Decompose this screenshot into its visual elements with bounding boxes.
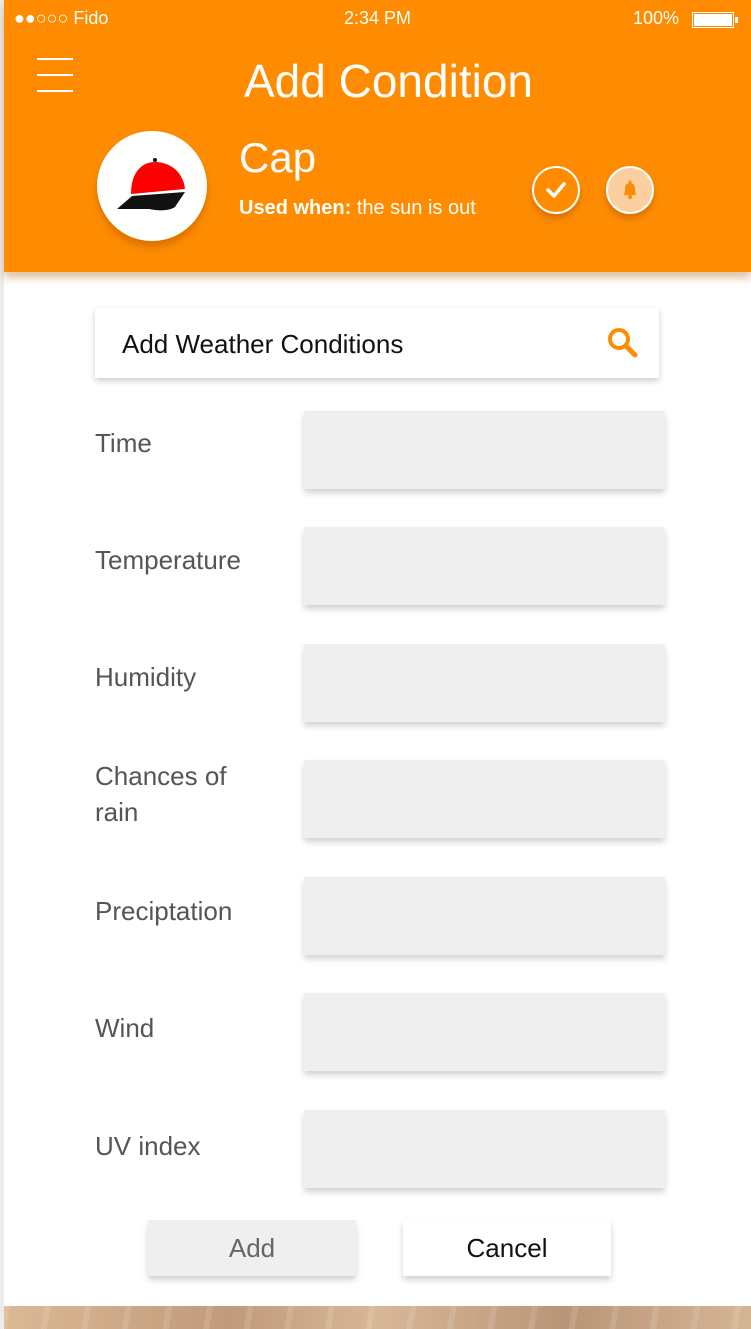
used-when-value: the sun is out xyxy=(356,197,476,219)
bell-icon xyxy=(624,180,636,199)
cap-icon xyxy=(117,158,185,211)
weather-search xyxy=(95,308,659,380)
precipitation-field[interactable] xyxy=(304,877,665,955)
add-button[interactable]: Add xyxy=(148,1220,356,1276)
background-photo xyxy=(4,1306,751,1329)
label-uv-index: UV index xyxy=(95,1131,201,1161)
avatar xyxy=(97,131,207,241)
time-field[interactable] xyxy=(304,411,665,489)
label-chances-of-rain: Chances of rain xyxy=(95,761,227,827)
header: ●●○○○ Fido 2:34 PM 100% Add Condition Ca… xyxy=(4,0,751,272)
search-icon[interactable] xyxy=(605,325,639,359)
label-wind: Wind xyxy=(95,1013,155,1043)
notify-button[interactable] xyxy=(606,166,654,214)
confirm-button[interactable] xyxy=(532,166,580,214)
battery-percent: 100% xyxy=(633,8,680,28)
label-temperature: Temperature xyxy=(95,545,241,575)
used-when-label: Used when: xyxy=(239,197,352,219)
carrier-signal: ●●○○○ Fido xyxy=(14,8,109,28)
label-time: Time xyxy=(95,428,152,458)
item-name: Cap xyxy=(239,134,317,181)
search-input[interactable] xyxy=(120,308,604,380)
cancel-button[interactable]: Cancel xyxy=(403,1220,611,1276)
uv-index-field[interactable] xyxy=(304,1110,665,1188)
app-screen: ●●○○○ Fido 2:34 PM 100% Add Condition Ca… xyxy=(4,0,751,1329)
battery-icon xyxy=(692,12,738,28)
status-time: 2:34 PM xyxy=(344,8,412,28)
label-humidity: Humidity xyxy=(95,662,197,692)
page-title: Add Condition xyxy=(244,55,533,107)
temperature-field[interactable] xyxy=(304,527,665,605)
checkmark-icon xyxy=(546,182,566,198)
label-precipitation: Preciptation xyxy=(95,896,233,926)
wind-field[interactable] xyxy=(304,993,665,1071)
humidity-field[interactable] xyxy=(304,644,665,722)
hamburger-icon[interactable] xyxy=(37,58,73,94)
used-when: Used when: the sun is out xyxy=(239,197,476,220)
chances-of-rain-field[interactable] xyxy=(304,760,665,838)
